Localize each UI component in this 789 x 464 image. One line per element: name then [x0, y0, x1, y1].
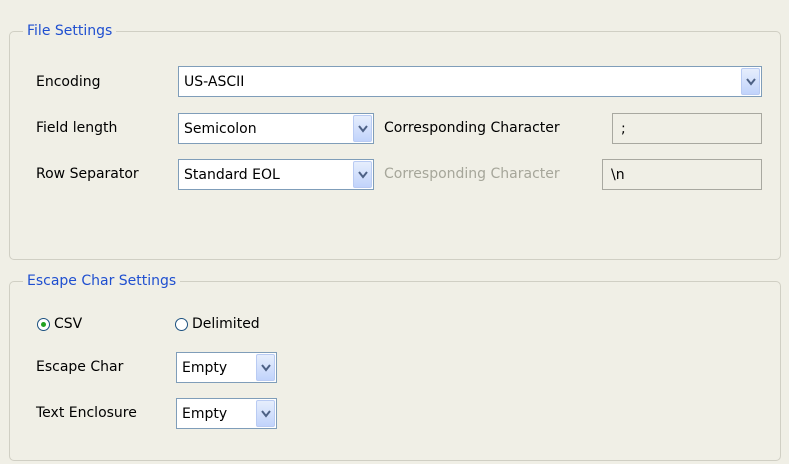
csv-radio-label[interactable]: CSV: [54, 316, 82, 332]
row-separator-value: Standard EOL: [184, 166, 280, 183]
delimited-radio-label[interactable]: Delimited: [192, 316, 260, 332]
row-separator-combo[interactable]: Standard EOL: [178, 159, 374, 190]
chevron-down-icon: [358, 124, 368, 133]
encoding-label: Encoding: [36, 74, 101, 90]
text-enclosure-value: Empty: [182, 405, 228, 422]
field-length-value: Semicolon: [184, 120, 257, 137]
escape-char-value: Empty: [182, 359, 228, 376]
chevron-down-icon: [261, 363, 271, 372]
encoding-value: US-ASCII: [184, 73, 245, 90]
row-separator-label: Row Separator: [36, 166, 139, 182]
escape-char-label: Escape Char: [36, 359, 124, 375]
chevron-down-icon: [261, 409, 271, 418]
encoding-combo[interactable]: US-ASCII: [178, 66, 762, 97]
chevron-down-icon: [746, 77, 756, 86]
chevron-down-icon: [358, 170, 368, 179]
text-enclosure-combo[interactable]: Empty: [176, 398, 277, 429]
field-length-combo[interactable]: Semicolon: [178, 113, 374, 144]
row-separator-dropdown-button[interactable]: [353, 161, 372, 188]
row-separator-corresponding-value: \n: [611, 166, 625, 183]
escape-char-combo[interactable]: Empty: [176, 352, 277, 383]
escape-char-settings-title: Escape Char Settings: [23, 273, 181, 289]
row-separator-corresponding-field[interactable]: \n: [602, 159, 762, 190]
encoding-dropdown-button[interactable]: [741, 68, 760, 95]
field-length-dropdown-button[interactable]: [353, 115, 372, 142]
escape-char-settings-group: [9, 281, 781, 461]
file-settings-title: File Settings: [23, 23, 117, 39]
field-length-label: Field length: [36, 120, 118, 136]
escape-char-dropdown-button[interactable]: [256, 354, 275, 381]
field-length-corresponding-field[interactable]: ;: [612, 113, 762, 144]
csv-radio[interactable]: [37, 318, 50, 331]
radio-selected-dot: [41, 322, 46, 327]
row-separator-corresponding-label: Corresponding Character: [384, 166, 560, 182]
field-length-corresponding-label: Corresponding Character: [384, 120, 560, 136]
text-enclosure-label: Text Enclosure: [36, 405, 137, 421]
text-enclosure-dropdown-button[interactable]: [256, 400, 275, 427]
field-length-corresponding-value: ;: [621, 120, 626, 137]
delimited-radio[interactable]: [175, 318, 188, 331]
